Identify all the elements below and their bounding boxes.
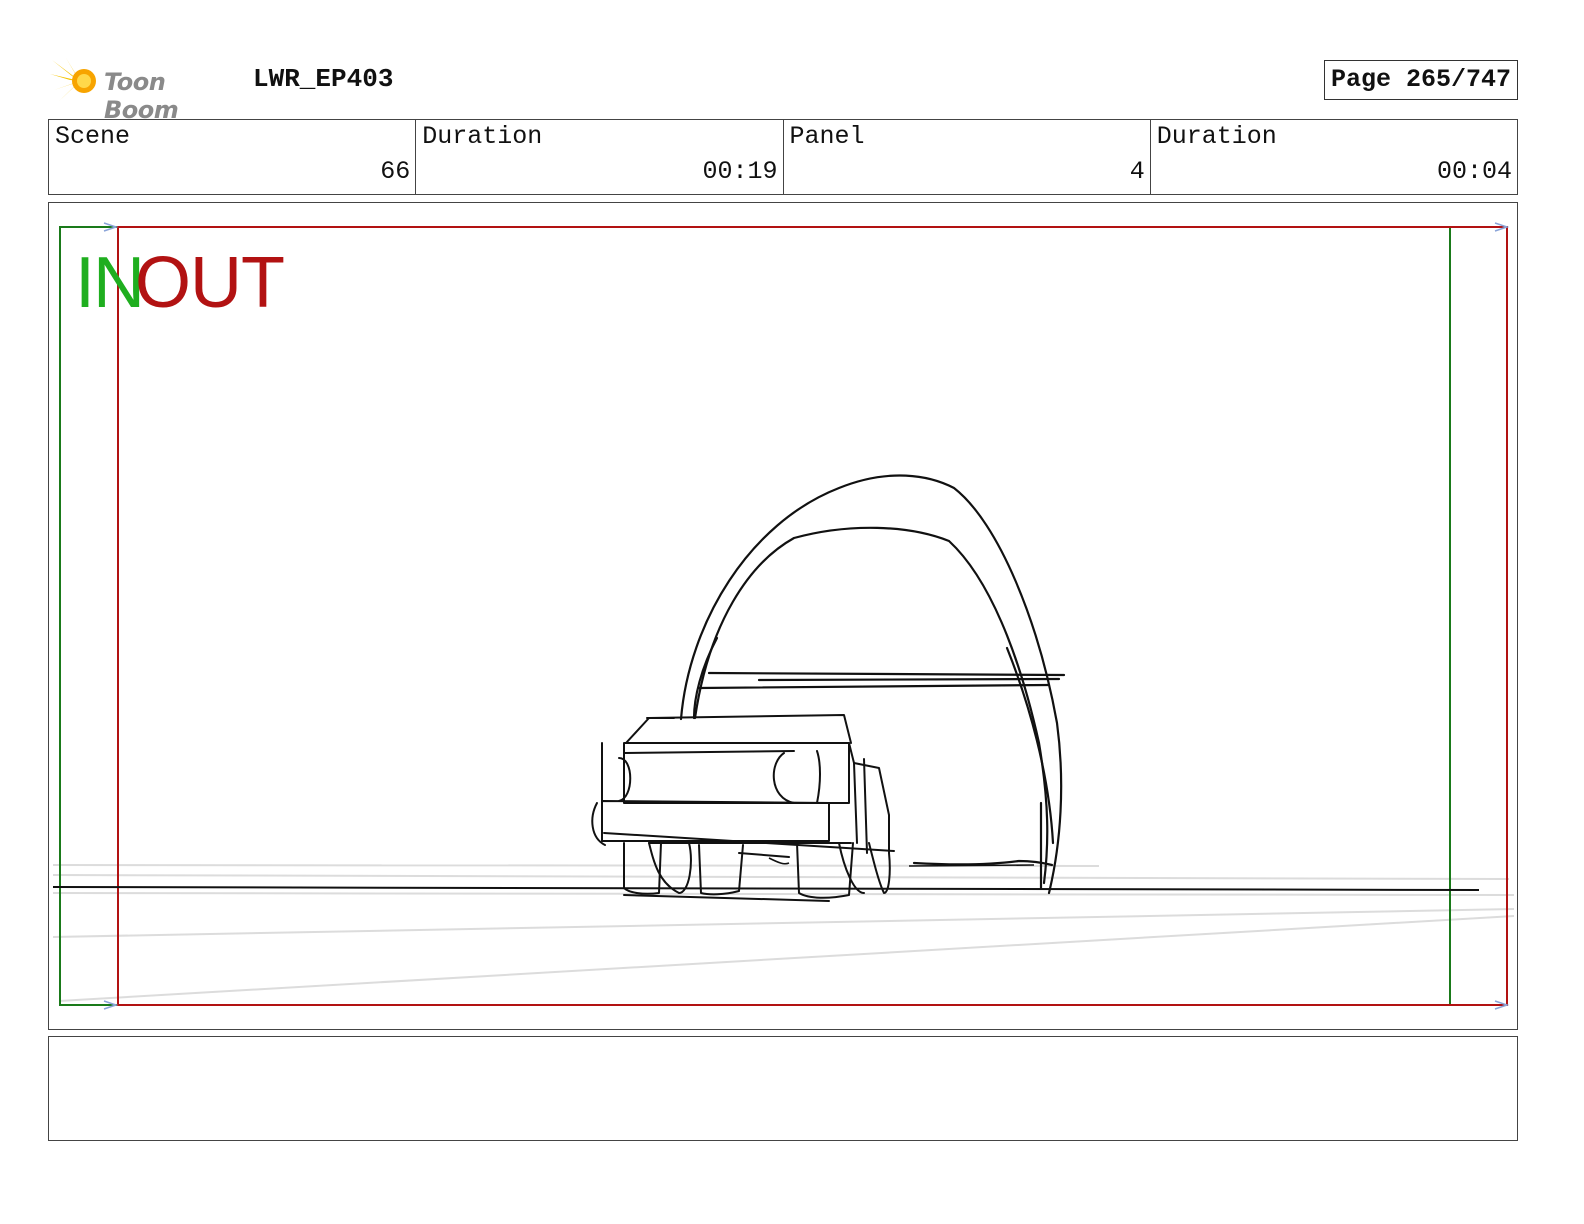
panel-sketch [52, 222, 1515, 1010]
panel-value: 4 [1129, 157, 1145, 186]
panel-cell: Panel 4 [784, 120, 1151, 194]
brand-name: Toon Boom [104, 68, 179, 124]
scene-cell: Scene 66 [49, 120, 417, 194]
car-sketch [591, 714, 895, 902]
out-frame-label: OUT [135, 243, 285, 323]
page-indicator: Page 265/747 [1323, 60, 1518, 100]
scene-value: 66 [380, 157, 411, 186]
toon-boom-logo: Toon Boom [50, 56, 240, 124]
in-frame-label: IN [75, 243, 145, 323]
scene-info-table: Scene 66 Duration 00:19 Panel 4 Duration… [48, 119, 1518, 195]
panel-duration-cell: Duration 00:04 [1151, 120, 1517, 194]
panel-duration-label: Duration [1156, 122, 1277, 151]
page-header: Toon Boom LWR_EP403 Page 265/747 [48, 52, 1518, 124]
scene-duration-label: Duration [422, 122, 543, 151]
panel-duration-value: 00:04 [1436, 157, 1512, 186]
starburst-logo-icon [50, 58, 96, 102]
tunnel-arch [679, 474, 1066, 895]
perspective-guides [52, 864, 1515, 1002]
panel-notes [48, 1036, 1518, 1141]
storyboard-panel: IN OUT [48, 202, 1518, 1030]
project-title: LWR_EP403 [253, 64, 394, 94]
horizon-line [52, 886, 1480, 891]
corner-arrows [103, 222, 1510, 1010]
panel-label: Panel [789, 122, 865, 151]
scene-label: Scene [55, 122, 131, 151]
scene-duration-value: 00:19 [702, 157, 778, 186]
scene-duration-cell: Duration 00:19 [416, 120, 784, 194]
